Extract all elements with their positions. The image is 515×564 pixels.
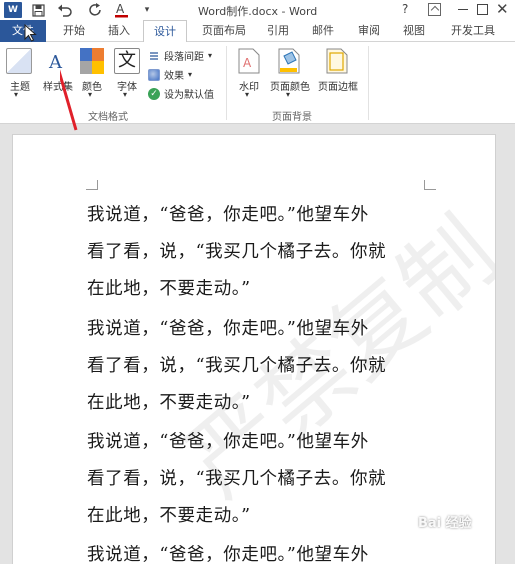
document-line: 我说道，“爸爸，你走吧。”他望车外 [87,545,369,564]
window-title: Word制作.docx - Word [198,5,318,18]
font-color-icon[interactable]: A [112,2,132,18]
save-icon[interactable] [30,2,46,18]
paragraph-spacing-button[interactable]: 段落间距 ▾ [148,48,212,63]
document-canvas: 严禁复制 我说道，“爸爸，你走吧。”他望车外 看了看，说，“我买几个橘子去。你就… [0,124,515,564]
watermark-dropdown-icon: ▾ [245,90,250,99]
page-color-icon [278,48,302,74]
help-icon[interactable]: ? [402,2,408,16]
paragraph-spacing-dropdown-icon: ▾ [208,51,213,60]
site-watermark: Bai 经验 [418,516,472,531]
document-line: 看了看，说，“我买几个橘子去。你就 [87,242,387,262]
tab-developer[interactable]: 开发工具 [440,20,506,42]
effects-button[interactable]: 效果 ▾ [148,67,192,82]
tab-mailings[interactable]: 邮件 [302,20,344,42]
svg-text:A: A [116,2,125,16]
paragraph-spacing-icon [150,51,158,60]
document-line: 在此地，不要走动。” [87,393,251,413]
theme-icon [6,48,32,74]
mouse-pointer-icon [24,24,37,42]
set-as-default-button[interactable]: ✓ 设为默认值 [148,86,214,101]
tab-references[interactable]: 引用 [258,20,298,42]
document-line: 我说道，“爸爸，你走吧。”他望车外 [87,319,369,339]
page-borders-icon [326,48,348,74]
effects-icon [148,68,160,81]
margin-corner-mark [424,180,436,190]
document-line: 看了看，说，“我买几个橘子去。你就 [87,356,387,376]
theme-label: 主题 [10,82,30,93]
svg-text:A: A [243,56,252,70]
close-icon[interactable]: ✕ [496,0,509,18]
tab-page-layout[interactable]: 页面布局 [192,20,256,42]
document-line: 看了看，说，“我买几个橘子去。你就 [87,469,387,489]
quick-access-dropdown-icon[interactable]: ▾ [140,2,154,18]
effects-label: 效果 [164,71,184,82]
fonts-dropdown-icon: ▾ [123,90,128,99]
effects-dropdown-icon: ▾ [188,70,193,79]
minimize-icon[interactable] [458,9,468,10]
tab-file[interactable]: 文件 [0,20,46,42]
redo-icon[interactable] [88,2,104,18]
page-color-dropdown-icon: ▾ [286,90,291,99]
check-icon: ✓ [148,87,160,100]
document-line: 在此地，不要走动。” [87,279,251,299]
set-as-default-label: 设为默认值 [164,90,214,101]
ribbon-display-options-icon[interactable] [428,3,441,16]
tab-design[interactable]: 设计 [143,20,187,43]
paragraph-spacing-label: 段落间距 [164,52,204,63]
undo-icon[interactable] [56,2,74,18]
page-borders-label: 页面边框 [318,82,358,93]
maximize-icon[interactable] [477,4,488,15]
document-line: 我说道，“爸爸，你走吧。”他望车外 [87,205,369,225]
document-page[interactable]: 严禁复制 我说道，“爸爸，你走吧。”他望车外 看了看，说，“我买几个橘子去。你就… [12,134,496,564]
document-line: 我说道，“爸爸，你走吧。”他望车外 [87,432,369,452]
tab-review[interactable]: 审阅 [348,20,390,42]
theme-dropdown-icon: ▾ [14,90,19,99]
annotation-arrow-icon [60,69,78,131]
margin-corner-mark [86,180,98,190]
watermark-icon: A [238,48,260,74]
ribbon-separator [226,46,227,120]
word-logo-icon: W [4,2,22,18]
title-bar: W A ▾ Word制作.docx - Word ? ✕ [0,0,515,20]
ribbon-separator [368,46,369,120]
document-line: 在此地，不要走动。” [87,506,251,526]
group-label-page-background: 页面背景 [272,112,312,123]
tab-view[interactable]: 视图 [392,20,436,42]
